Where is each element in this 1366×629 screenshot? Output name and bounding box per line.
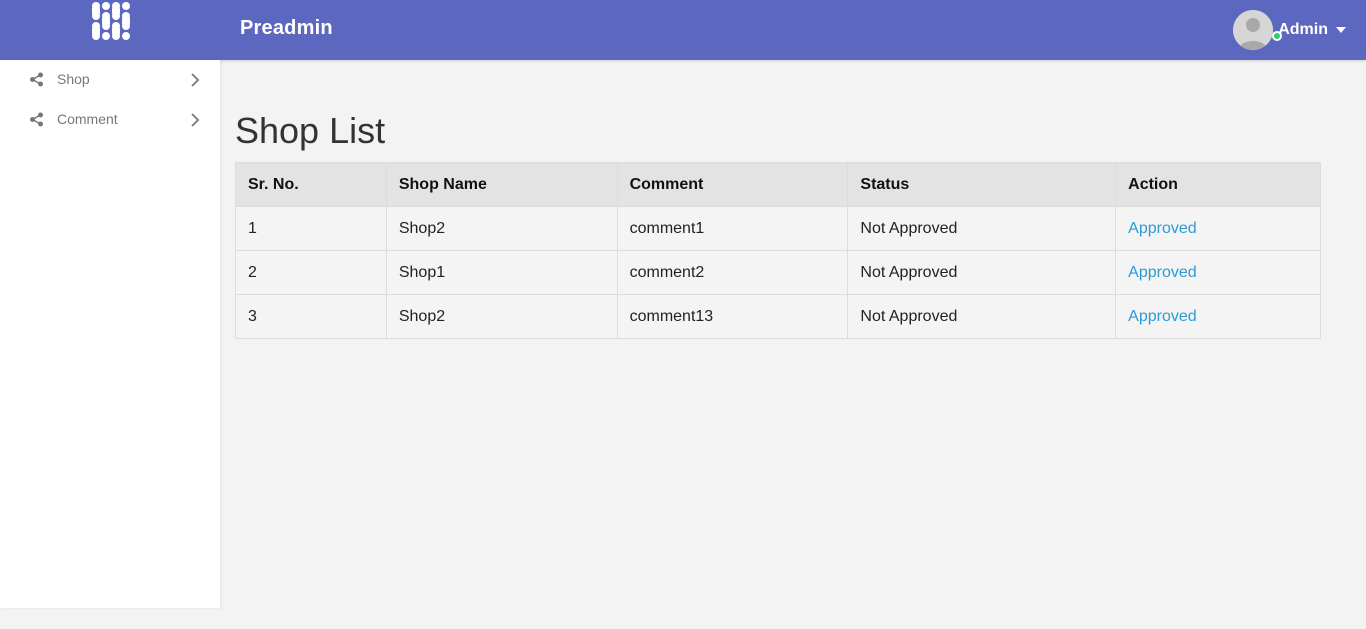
online-status-icon [1272, 31, 1282, 41]
approve-link[interactable]: Approved [1128, 308, 1197, 325]
table-row: 1 Shop2 comment1 Not Approved Approved [235, 206, 1321, 251]
cell-status: Not Approved [847, 206, 1117, 251]
approve-link[interactable]: Approved [1128, 264, 1197, 281]
cell-sr-no: 3 [235, 294, 387, 339]
cell-shop-name: Shop2 [385, 206, 618, 251]
share-icon [30, 112, 43, 127]
approve-link[interactable]: Approved [1128, 220, 1197, 237]
table-row: 2 Shop1 comment2 Not Approved Approved [235, 250, 1321, 295]
user-avatar-icon [1233, 10, 1274, 50]
cell-status: Not Approved [847, 250, 1117, 295]
table-header-row: Sr. No. Shop Name Comment Status Action [235, 162, 1321, 207]
sidebar-item-label: Comment [57, 111, 118, 127]
chevron-right-icon [191, 113, 200, 127]
main-content: Shop List Sr. No. Shop Name Comment Stat… [220, 60, 1366, 629]
user-menu[interactable]: Admin [1233, 10, 1346, 50]
header-comment: Comment [616, 162, 849, 207]
avatar[interactable] [1233, 10, 1274, 50]
cell-status: Not Approved [847, 294, 1117, 339]
cell-shop-name: Shop2 [385, 294, 618, 339]
cell-shop-name: Shop1 [385, 250, 618, 295]
cell-sr-no: 2 [235, 250, 387, 295]
dots-logo-icon[interactable] [88, 0, 132, 44]
shop-table: Sr. No. Shop Name Comment Status Action … [235, 162, 1321, 339]
user-name[interactable]: Admin [1278, 21, 1328, 39]
sidebar-item-label: Shop [57, 71, 90, 87]
sidebar-item-shop[interactable]: Shop [0, 60, 220, 100]
share-icon [30, 72, 43, 87]
top-navbar: Preadmin Admin [0, 0, 1366, 60]
cell-comment: comment13 [616, 294, 849, 339]
header-action: Action [1115, 162, 1321, 207]
cell-sr-no: 1 [235, 206, 387, 251]
cell-action: Approved [1115, 294, 1321, 339]
table-row: 3 Shop2 comment13 Not Approved Approved [235, 294, 1321, 339]
page-title: Shop List [235, 110, 386, 151]
header-sr-no: Sr. No. [235, 162, 387, 207]
sidebar: Shop Comment [0, 60, 220, 608]
cell-action: Approved [1115, 206, 1321, 251]
cell-comment: comment1 [616, 206, 849, 251]
cell-action: Approved [1115, 250, 1321, 295]
cell-comment: comment2 [616, 250, 849, 295]
caret-down-icon[interactable] [1336, 27, 1346, 33]
brand-title[interactable]: Preadmin [240, 17, 333, 40]
chevron-right-icon [191, 73, 200, 87]
sidebar-item-comment[interactable]: Comment [0, 100, 220, 140]
header-status: Status [847, 162, 1117, 207]
header-shop-name: Shop Name [385, 162, 618, 207]
